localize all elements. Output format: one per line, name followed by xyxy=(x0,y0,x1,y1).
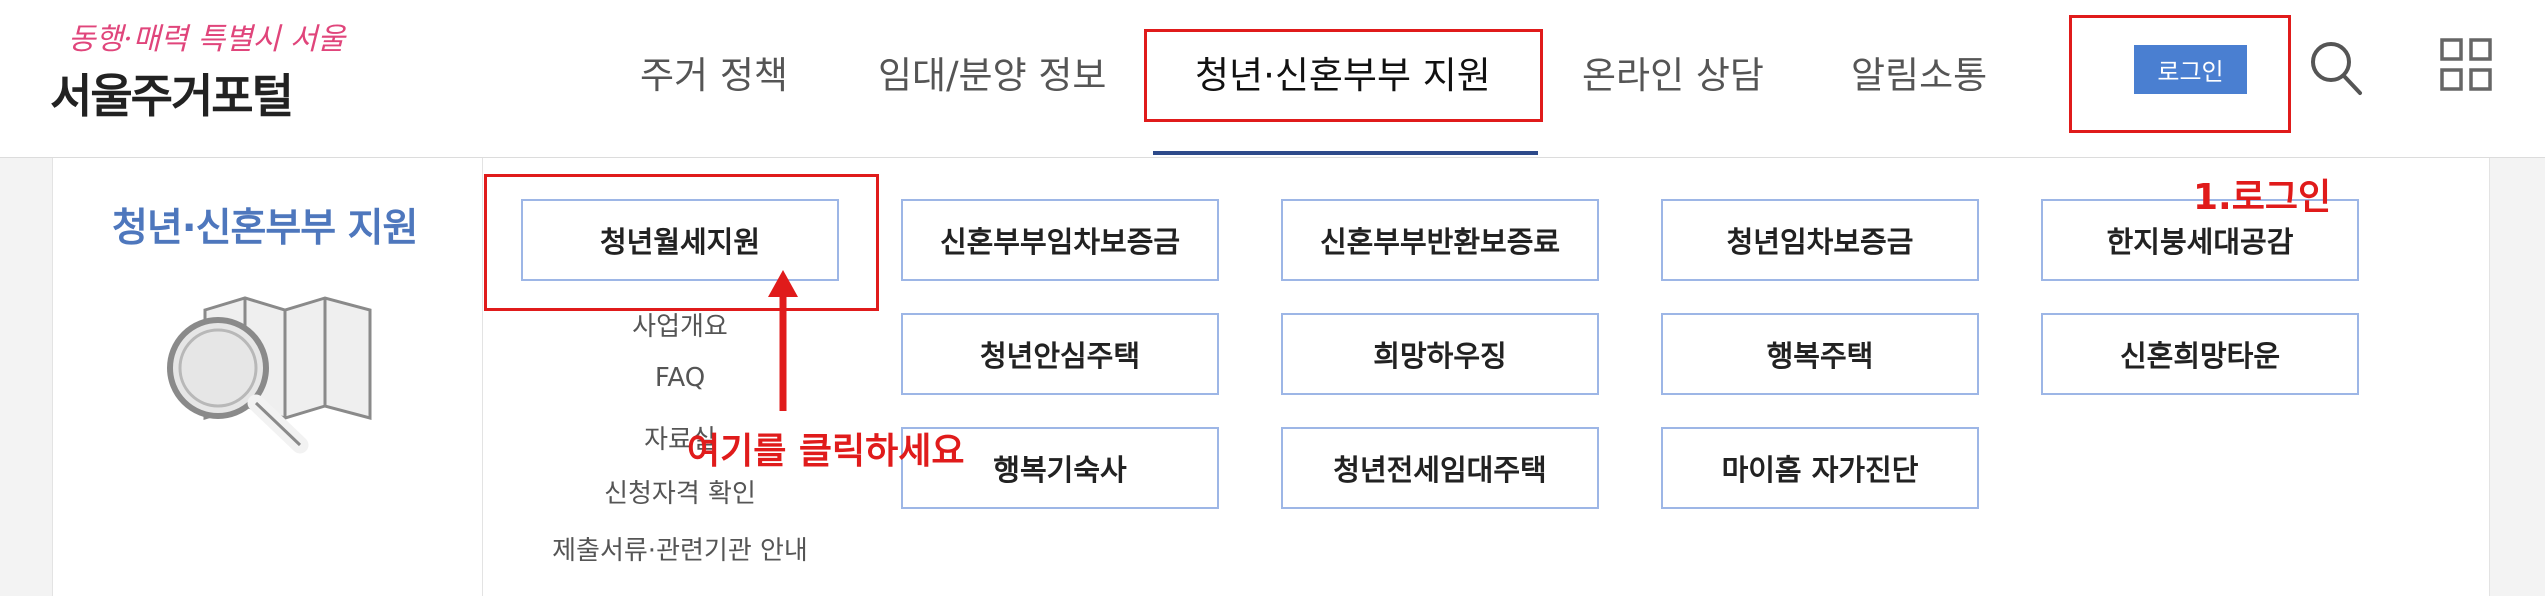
annotation-login-hint: 1.로그인 xyxy=(2193,177,2332,218)
sub-item-faq[interactable]: FAQ xyxy=(480,363,880,393)
nav-item-online-consult[interactable]: 온라인 상담 xyxy=(1582,45,1764,99)
map-magnifier-icon xyxy=(160,290,375,455)
card-youth-lease-deposit[interactable]: 청년임차보증금 xyxy=(1661,199,1979,281)
sub-item-overview[interactable]: 사업개요 xyxy=(480,306,880,343)
grid-menu-icon[interactable] xyxy=(2440,38,2492,92)
search-icon[interactable] xyxy=(2308,38,2364,98)
card-newlywed-return-guarantee[interactable]: 신혼부부반환보증료 xyxy=(1281,199,1599,281)
section-title: 청년·신혼부부 지원 xyxy=(112,206,418,251)
nav-active-underline xyxy=(1153,151,1538,155)
annotation-arrow-icon xyxy=(766,270,800,415)
card-newlywed-hope-town[interactable]: 신혼희망타운 xyxy=(2041,313,2359,395)
annotation-box-card xyxy=(484,174,879,311)
card-happy-housing[interactable]: 행복주택 xyxy=(1661,313,1979,395)
sub-item-documents-guide[interactable]: 제출서류·관련기관 안내 xyxy=(480,530,880,567)
sub-item-eligibility-check[interactable]: 신청자격 확인 xyxy=(480,473,880,510)
logo-slogan[interactable]: 동행·매력 특별시 서울 xyxy=(68,14,345,58)
logo-title[interactable]: 서울주거포털 xyxy=(50,60,294,126)
card-hope-housing[interactable]: 희망하우징 xyxy=(1281,313,1599,395)
annotation-click-hint: 여기를 클릭하세요 xyxy=(687,431,965,472)
nav-item-notice[interactable]: 알림소통 xyxy=(1851,45,1987,99)
card-myhome-self-check[interactable]: 마이홈 자가진단 xyxy=(1661,427,1979,509)
nav-item-housing-policy[interactable]: 주거 정책 xyxy=(640,45,788,99)
card-newlywed-lease-deposit[interactable]: 신혼부부임차보증금 xyxy=(901,199,1219,281)
card-youth-jeonse-rental[interactable]: 청년전세임대주택 xyxy=(1281,427,1599,509)
nav-item-rental-sale-info[interactable]: 임대/분양 정보 xyxy=(878,45,1106,99)
annotation-box-login xyxy=(2069,15,2291,133)
annotation-box-nav xyxy=(1144,29,1543,122)
card-youth-safe-housing[interactable]: 청년안심주택 xyxy=(901,313,1219,395)
